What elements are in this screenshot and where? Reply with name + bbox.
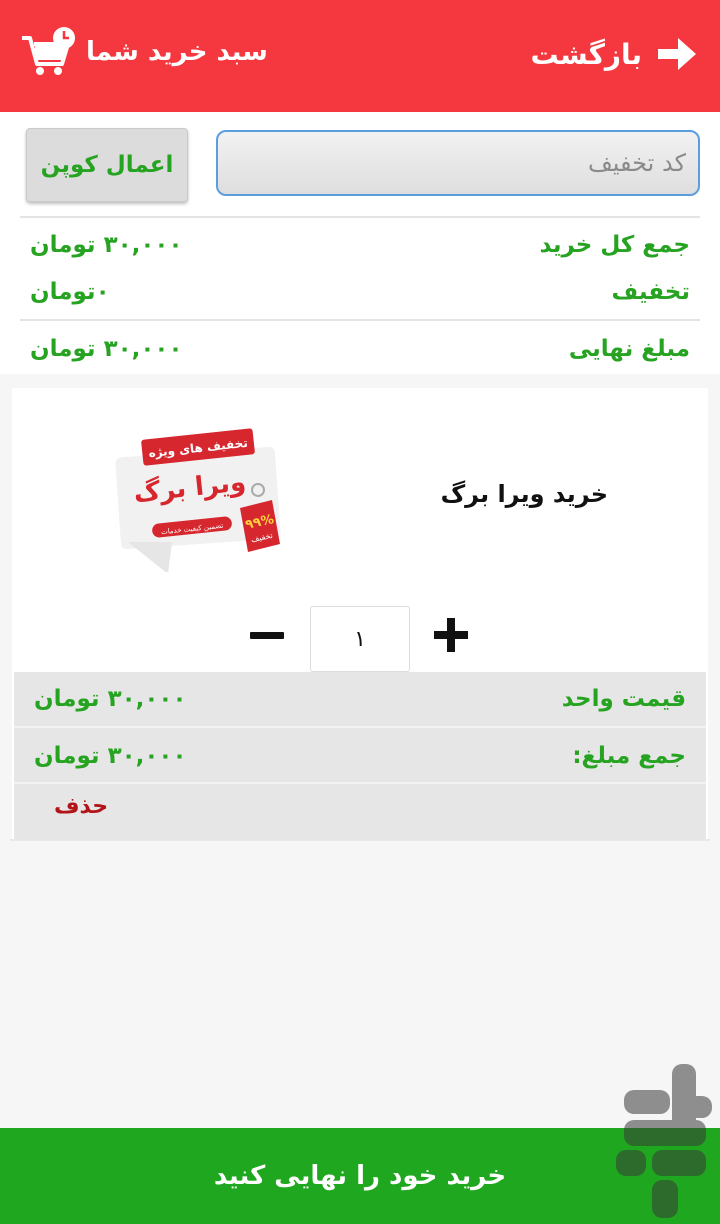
product-image: تخفیف های ویژه ویرا برگ تضمین کیفیت خدما… bbox=[115, 428, 281, 572]
total-row: جمع کل خرید ۳۰,۰۰۰ تومان bbox=[30, 225, 690, 265]
divider bbox=[14, 782, 706, 784]
item-price-block: قیمت واحد ۳۰,۰۰۰ تومان جمع مبلغ: ۳۰,۰۰۰ … bbox=[14, 672, 706, 840]
cart-title-label: سبد خرید شما bbox=[86, 37, 268, 67]
back-arrow-icon bbox=[658, 38, 696, 70]
product-name: خرید ویرا برگ bbox=[440, 480, 608, 508]
cart-icon bbox=[22, 27, 75, 75]
back-button[interactable]: بازگشت bbox=[530, 30, 698, 78]
store-logo-watermark bbox=[616, 1064, 712, 1218]
coupon-summary-section: اعمال کوپن جمع کل خرید ۳۰,۰۰۰ تومان تخفی… bbox=[0, 112, 720, 374]
unit-price-label: قیمت واحد bbox=[561, 686, 686, 712]
discount-row: تخفیف ۰تومان bbox=[30, 272, 690, 312]
final-row: مبلغ نهایی ۳۰,۰۰۰ تومان bbox=[30, 329, 690, 369]
increase-quantity-button[interactable] bbox=[434, 618, 468, 652]
total-value: ۳۰,۰۰۰ تومان bbox=[30, 232, 183, 258]
line-total-row: جمع مبلغ: ۳۰,۰۰۰ تومان bbox=[34, 736, 686, 776]
decrease-quantity-button[interactable] bbox=[250, 620, 286, 650]
divider bbox=[14, 726, 706, 728]
quantity-value: ۱ bbox=[354, 626, 366, 652]
unit-price-value: ۳۰,۰۰۰ تومان bbox=[34, 686, 187, 712]
divider bbox=[10, 839, 710, 841]
final-label: مبلغ نهایی bbox=[568, 336, 690, 362]
app-header: بازگشت سبد خرید شما bbox=[0, 0, 720, 112]
line-total-value: ۳۰,۰۰۰ تومان bbox=[34, 743, 187, 769]
discount-label: تخفیف bbox=[611, 279, 690, 305]
line-total-label: جمع مبلغ: bbox=[572, 743, 686, 769]
divider bbox=[20, 216, 700, 218]
unit-price-row: قیمت واحد ۳۰,۰۰۰ تومان bbox=[34, 679, 686, 719]
divider bbox=[20, 319, 700, 321]
apply-coupon-button[interactable]: اعمال کوپن bbox=[26, 128, 188, 202]
cart-title: سبد خرید شما bbox=[20, 26, 268, 78]
discount-value: ۰تومان bbox=[30, 279, 110, 305]
coupon-code-input[interactable] bbox=[216, 130, 700, 196]
total-label: جمع کل خرید bbox=[539, 232, 690, 258]
delete-item-button[interactable]: حذف bbox=[54, 794, 108, 819]
quantity-field[interactable]: ۱ bbox=[310, 606, 410, 672]
back-label: بازگشت bbox=[530, 37, 642, 71]
final-value: ۳۰,۰۰۰ تومان bbox=[30, 336, 183, 362]
